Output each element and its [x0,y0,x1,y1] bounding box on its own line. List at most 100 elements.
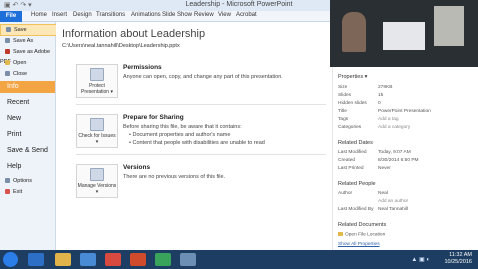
options-item[interactable]: Options [0,176,55,186]
sharing-bullet-text: Document properties and author's name [132,132,231,138]
ie-icon[interactable] [28,253,44,266]
chrome-icon[interactable] [105,253,121,266]
property-key: Size [338,85,348,90]
properties-heading[interactable]: Properties ▾ [338,74,367,80]
clock[interactable]: 11:32 AM 10/25/2016 [444,252,472,266]
sharing-bullet: • Content that people with disabilities … [129,140,265,146]
manage-versions-button[interactable]: Manage Versions ▾ [76,164,118,198]
divider [76,154,326,155]
powerpoint-icon[interactable] [130,253,146,266]
background-wall [434,6,464,46]
add-author-link[interactable]: Add an author [378,199,408,204]
save-as-item[interactable]: Save As [0,36,55,46]
taskbar: ▲ ▣ ◐ 11:32 AM 10/25/2016 [0,250,478,269]
tray-icons[interactable]: ▲ ▣ ◐ [411,256,430,263]
manage-versions-label: Manage Versions ▾ [77,183,117,195]
sidebar-item-help[interactable]: Help [7,163,55,170]
save-item[interactable]: Save [0,24,57,36]
open-file-location-link[interactable]: Open File Location [338,232,385,237]
clock-time: 11:32 AM [449,252,472,258]
check-for-issues-button[interactable]: Check for Issues ▾ [76,114,118,148]
start-button[interactable] [3,252,18,267]
checklist-icon [90,118,104,131]
file-path: C:\Users\neal.tannahill\Desktop\Leadersh… [62,43,180,49]
pdf-icon [5,49,10,55]
versions-heading: Versions [123,164,151,171]
save-as-icon [5,38,10,44]
property-value[interactable]: Neal [378,191,388,196]
related-dates-heading: Related Dates [338,140,373,146]
property-value: 278KB [378,85,393,90]
property-key: Last Modified [338,150,367,155]
options-label: Options [13,178,32,184]
property-key: Slides [338,93,352,98]
folder-icon[interactable] [55,253,71,266]
exit-item[interactable]: Exit [0,187,55,197]
property-key: Author [338,191,353,196]
folder-icon [338,232,343,236]
sidebar-item-recent[interactable]: Recent [7,99,55,106]
open-item[interactable]: Open [0,58,55,68]
property-value[interactable]: Add a category [378,125,410,130]
tab-design[interactable]: Design [73,12,92,18]
webcam-overlay [330,0,478,67]
check-for-issues-label: Check for Issues ▾ [78,133,116,145]
property-value: Today, 9:07 AM [378,150,411,155]
tab-acrobat[interactable]: Acrobat [236,12,257,18]
exit-label: Exit [13,189,23,195]
property-key: Last Printed [338,166,364,171]
save-label: Save [14,27,27,33]
property-value: 15 [378,93,384,98]
protect-presentation-label: Protect Presentation ▾ [81,83,113,95]
sharing-heading: Prepare for Sharing [123,114,184,121]
property-key: Title [338,109,347,114]
close-item[interactable]: Close [0,69,55,79]
app-icon[interactable] [180,253,196,266]
open-file-location-label: Open File Location [345,232,386,238]
tab-slide-show[interactable]: Slide Show [162,12,192,18]
tab-review[interactable]: Review [194,12,214,18]
options-icon [5,178,10,184]
close-file-icon [5,71,10,77]
save-as-pdf-item[interactable]: Save as Adobe PDF [0,47,55,65]
sidebar-item-print[interactable]: Print [7,131,55,138]
property-key: Categories [338,125,362,130]
lock-icon [90,68,104,81]
tab-home[interactable]: Home [31,12,47,18]
related-people-heading: Related People [338,181,376,187]
tab-transitions[interactable]: Transitions [96,12,125,18]
tab-insert[interactable]: Insert [52,12,67,18]
sidebar-item-save-send[interactable]: Save & Send [7,147,55,154]
info-panel: Information about Leadership C:\Users\ne… [56,22,332,250]
app-icon[interactable] [155,253,171,266]
explorer-icon[interactable] [80,253,96,266]
divider [76,104,326,105]
permissions-heading: Permissions [123,64,162,71]
property-value[interactable]: Add a tag [378,117,399,122]
tab-view[interactable]: View [218,12,231,18]
presenter-image [342,12,366,52]
property-key: Hidden slides [338,101,367,106]
versions-icon [90,168,104,181]
property-key: Created [338,158,356,163]
page-title: Information about Leadership [62,28,206,40]
sidebar-item-info[interactable]: Info [0,81,55,93]
show-all-properties-link[interactable]: Show All Properties [338,242,380,247]
save-as-label: Save As [13,38,34,44]
exit-icon [5,189,10,195]
permissions-text: Anyone can open, copy, and change any pa… [123,74,283,80]
property-value[interactable]: PowerPoint Presentation [378,109,431,114]
related-documents-heading: Related Documents [338,222,387,228]
property-value: Neal Tannahill [378,207,409,212]
tab-animations[interactable]: Animations [131,12,161,18]
property-value: Never [378,166,391,171]
versions-text: There are no previous versions of this f… [123,174,226,180]
property-value: 0 [378,101,381,106]
property-key: Tags [338,117,349,122]
property-value: 8/30/2014 6:50 PM [378,158,419,163]
sidebar-item-new[interactable]: New [7,115,55,122]
projector-screen [383,22,425,50]
save-icon [6,27,11,33]
protect-presentation-button[interactable]: Protect Presentation ▾ [76,64,118,98]
tab-file[interactable]: File [0,11,22,22]
